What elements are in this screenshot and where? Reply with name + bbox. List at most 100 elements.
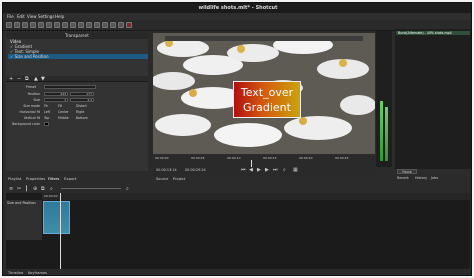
zoom-icon[interactable]: [110, 22, 116, 28]
timeline-playhead[interactable]: [60, 193, 61, 269]
position-y-field[interactable]: 177: [70, 92, 94, 96]
scrub-playhead[interactable]: [251, 160, 252, 167]
cut-icon[interactable]: ✂: [17, 186, 21, 192]
size-mode-label: Size mode: [23, 104, 40, 108]
menu-icon[interactable]: ≡: [9, 186, 13, 192]
size-mode-distort[interactable]: Distort: [76, 104, 87, 109]
playlist-icon[interactable]: [62, 22, 68, 28]
text-overlay[interactable]: Text_over Gradient: [233, 81, 301, 118]
tab-history[interactable]: History: [415, 176, 427, 180]
title-bar: wildlife shots.mlt* - Shotcut: [3, 3, 471, 13]
rewind-icon[interactable]: ◀: [249, 167, 253, 173]
preview-transport-overlay: [165, 36, 363, 41]
move-up-icon[interactable]: ▲: [34, 76, 38, 82]
tab-keyframes[interactable]: Keyframes: [28, 271, 47, 275]
close-icon[interactable]: [126, 22, 132, 28]
vfit-top[interactable]: Top: [44, 116, 49, 121]
playlist-bottom: Pause Recent History Jobs: [395, 169, 471, 183]
ruler-tick: 00:00:00: [44, 194, 58, 198]
preset-select[interactable]: [44, 85, 96, 89]
preset-label: Preset: [26, 85, 36, 89]
copy-filter-icon[interactable]: ⧉: [25, 76, 29, 82]
playlist-item[interactable]: Burst(Alternate) - 40% shots.mp4: [396, 31, 470, 35]
menu-settings[interactable]: Settings: [38, 14, 54, 19]
vfit-bottom[interactable]: Bottom: [76, 116, 88, 121]
hfit-right[interactable]: Right: [76, 110, 84, 115]
zoom-in-icon[interactable]: ⌕: [126, 186, 129, 192]
app-window: wildlife shots.mlt* - Shotcut File Edit …: [2, 2, 472, 276]
keyframes-icon[interactable]: [118, 22, 124, 28]
scrub-tick: 00:00:20: [299, 156, 313, 160]
vertical-fit-label: Vertical fit: [23, 116, 40, 120]
playlist-panel: Burst(Alternate) - 40% shots.mp4: [395, 29, 471, 169]
skip-previous-icon[interactable]: ⏮: [241, 167, 246, 173]
recent-icon[interactable]: [54, 22, 60, 28]
export-icon[interactable]: [94, 22, 100, 28]
fast-forward-icon[interactable]: ▶: [265, 167, 269, 173]
position-x-field[interactable]: 444: [44, 92, 68, 96]
current-time[interactable]: 00:00:13:14: [156, 168, 177, 172]
scrub-tick: 00:00:00: [155, 156, 169, 160]
tab-timeline[interactable]: Timeline: [8, 271, 23, 275]
vfit-middle[interactable]: Middle: [58, 116, 69, 121]
meter-left-channel: [380, 101, 383, 161]
zoom-icon[interactable]: ⌕: [283, 167, 286, 173]
size-h-field[interactable]: 4.4: [70, 98, 94, 102]
split-icon[interactable]: ┃: [25, 186, 28, 192]
size-w-field[interactable]: 1: [44, 98, 68, 102]
zoom-slider[interactable]: [61, 188, 121, 189]
tab-properties[interactable]: Properties: [26, 175, 45, 182]
filter-item-label: Size and Position: [14, 54, 49, 59]
scrub-tick: 00:00:15: [263, 156, 277, 160]
timeline-clip[interactable]: [43, 201, 70, 234]
viewer-tabs: Source Project: [153, 177, 375, 183]
pause-button[interactable]: Pause: [397, 169, 417, 174]
menu-help[interactable]: Help: [55, 14, 64, 19]
remove-filter-icon[interactable]: −: [17, 76, 21, 82]
timeline-ruler[interactable]: 00:00:00: [42, 193, 470, 200]
add-filter-icon[interactable]: +: [9, 76, 13, 82]
history-icon[interactable]: [70, 22, 76, 28]
tab-playlist[interactable]: Playlist: [8, 175, 22, 182]
timeline-icon[interactable]: [86, 22, 92, 28]
filters-panel: Transparent Video ✓ Gradient ✓ Text: Sim…: [6, 33, 148, 171]
scrub-tick: 00:00:05: [191, 156, 205, 160]
meter-right-channel: [385, 107, 388, 161]
hfit-left[interactable]: Left: [44, 110, 50, 115]
undo-icon[interactable]: [22, 22, 28, 28]
zoom-out-icon[interactable]: ⌕: [50, 186, 53, 192]
jobs-icon[interactable]: [102, 22, 108, 28]
menu-edit[interactable]: Edit: [17, 14, 25, 19]
menu-view[interactable]: View: [27, 14, 37, 19]
size-label: Size: [33, 98, 40, 102]
size-mode-fit[interactable]: Fit: [44, 104, 48, 109]
append-icon[interactable]: ⊕: [33, 186, 37, 192]
open-icon[interactable]: [6, 22, 12, 28]
tab-jobs[interactable]: Jobs: [431, 176, 438, 180]
tab-recent[interactable]: Recent: [397, 176, 409, 180]
duration: 00:00:29:24: [185, 168, 206, 172]
tab-source[interactable]: Source: [156, 177, 168, 181]
grid-icon[interactable]: ▦: [293, 167, 298, 173]
background-color-swatch[interactable]: [44, 122, 49, 126]
redo-icon[interactable]: [30, 22, 36, 28]
properties-icon[interactable]: [46, 22, 52, 28]
hfit-center[interactable]: Center: [58, 110, 69, 115]
tab-project[interactable]: Project: [173, 177, 185, 181]
filters-icon[interactable]: [78, 22, 84, 28]
tab-filters[interactable]: Filters: [48, 175, 59, 182]
menu-file[interactable]: File: [7, 14, 14, 19]
scrub-bar[interactable]: 00:00:00 00:00:05 00:00:10 00:00:15 00:0…: [153, 155, 375, 167]
play-icon[interactable]: ▶: [257, 167, 261, 173]
move-down-icon[interactable]: ▼: [41, 76, 45, 82]
lower-tabs: Playlist Properties Filters Export: [6, 175, 148, 182]
snap-icon[interactable]: ⧉: [41, 186, 45, 192]
size-mode-fill[interactable]: Fill: [58, 104, 62, 109]
save-icon[interactable]: [14, 22, 20, 28]
skip-next-icon[interactable]: ⏭: [273, 167, 278, 173]
filter-item-size-position[interactable]: ✓ Size and Position: [8, 54, 148, 59]
tab-export[interactable]: Export: [64, 175, 76, 182]
peak-meter-icon[interactable]: [38, 22, 44, 28]
track-header[interactable]: Size and Position: [6, 200, 42, 240]
menu-bar: File Edit View Settings Help: [3, 13, 471, 20]
